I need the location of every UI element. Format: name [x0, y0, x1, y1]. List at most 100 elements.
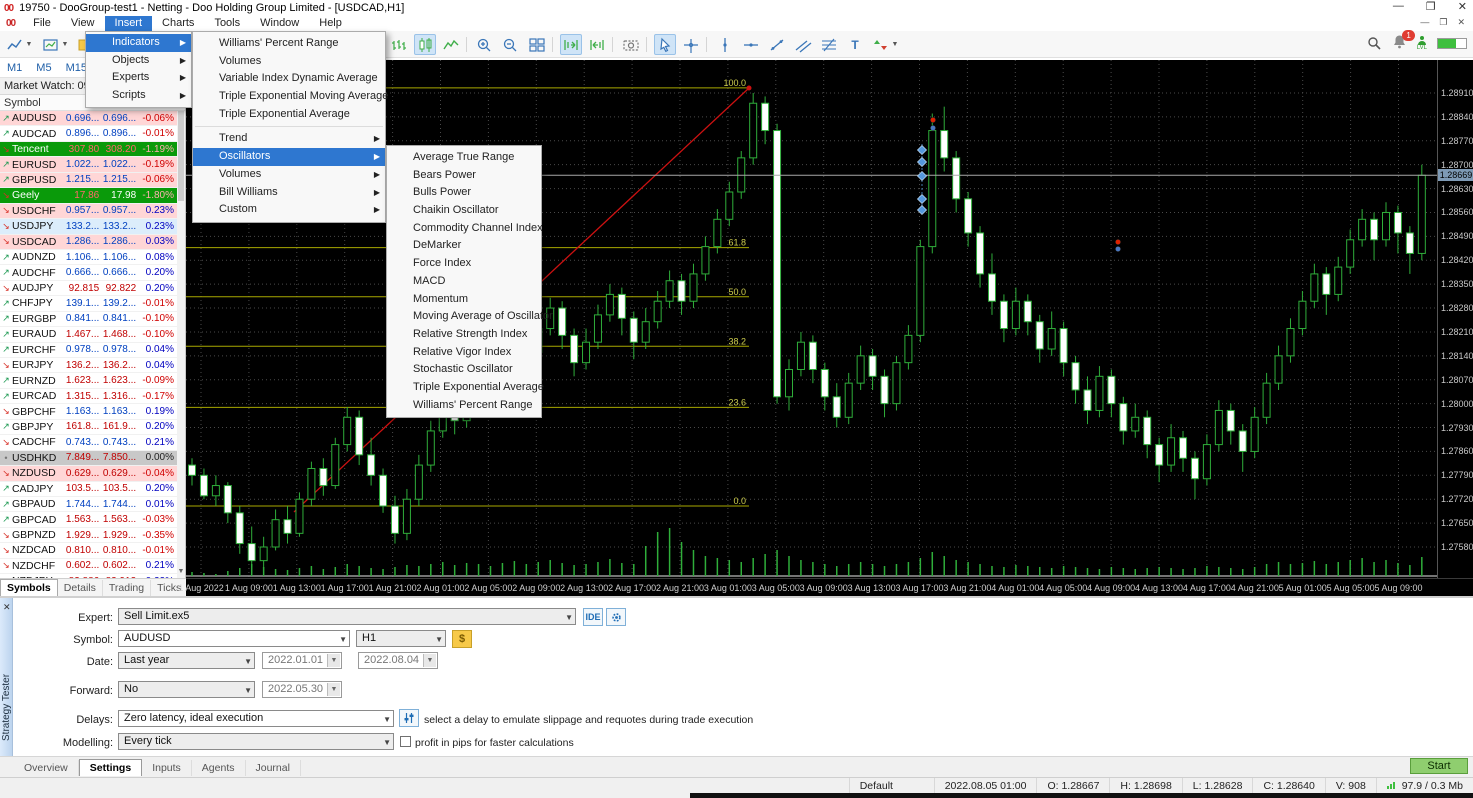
menu-item-custom[interactable]: Custom▶	[193, 201, 385, 219]
market-watch-row-geely[interactable]: ↘Geely17.8617.98-1.80%	[0, 188, 177, 203]
screenshot-icon[interactable]	[620, 34, 642, 55]
menu-item-moving-average-of-oscillator[interactable]: Moving Average of Oscillator	[387, 308, 541, 326]
search-icon[interactable]	[1367, 36, 1382, 51]
market-watch-tab-details[interactable]: Details	[58, 580, 103, 596]
cursor-icon[interactable]	[654, 34, 676, 55]
menu-window[interactable]: Window	[250, 16, 309, 31]
zoom-out-icon[interactable]	[500, 34, 522, 55]
tester-tab-settings[interactable]: Settings	[79, 759, 142, 776]
market-watch-row-eurnzd[interactable]: ↗EURNZD1.623...1.623...-0.09%	[0, 373, 177, 388]
menu-item-triple-exponential-moving-average[interactable]: Triple Exponential Moving Average	[193, 88, 385, 106]
text-icon[interactable]: T	[844, 34, 866, 55]
market-watch-row-gbpchf[interactable]: ↘GBPCHF1.163...1.163...0.19%	[0, 404, 177, 419]
menu-item-stochastic-oscillator[interactable]: Stochastic Oscillator	[387, 361, 541, 379]
menu-item-bears-power[interactable]: Bears Power	[387, 167, 541, 185]
auto-shift-icon[interactable]	[586, 34, 608, 55]
menu-item-triple-exponential-average[interactable]: Triple Exponential Average	[387, 379, 541, 397]
scroll-down-icon[interactable]: ▼	[177, 568, 185, 578]
market-watch-tab-trading[interactable]: Trading	[103, 580, 151, 596]
market-watch-row-gbpjpy[interactable]: ↗GBPJPY161.8...161.9...0.20%	[0, 420, 177, 435]
market-watch-row-gbpnzd[interactable]: ↘GBPNZD1.929...1.929...-0.35%	[0, 528, 177, 543]
market-watch-row-nzdusd[interactable]: ↘NZDUSD0.629...0.629...-0.04%	[0, 466, 177, 481]
restore-button[interactable]: ❐	[1426, 0, 1436, 13]
market-watch-row-eurchf[interactable]: ↗EURCHF0.978...0.978...0.04%	[0, 343, 177, 358]
menu-tools[interactable]: Tools	[204, 16, 250, 31]
menu-item-volumes[interactable]: Volumes	[193, 53, 385, 71]
chart-minimize-button[interactable]: —	[1420, 17, 1429, 28]
menu-item-commodity-channel-index[interactable]: Commodity Channel Index	[387, 220, 541, 238]
market-watch-row-audcad[interactable]: ↗AUDCAD0.896...0.896...-0.01%	[0, 126, 177, 141]
horizontal-line-icon[interactable]	[740, 34, 762, 55]
zoom-in-icon[interactable]	[474, 34, 496, 55]
chart-restore-button[interactable]: ❐	[1439, 17, 1447, 28]
expert-combo[interactable]: Sell Limit.ex5▼	[118, 608, 576, 625]
market-watch-row-nzdchf[interactable]: ↘NZDCHF0.602...0.602...0.21%	[0, 559, 177, 574]
menu-insert[interactable]: Insert	[105, 16, 153, 31]
market-watch-row-euraud[interactable]: ↗EURAUD1.467...1.468...-0.10%	[0, 327, 177, 342]
menu-item-volumes[interactable]: Volumes▶	[193, 166, 385, 184]
menu-item-force-index[interactable]: Force Index	[387, 255, 541, 273]
expert-settings-gear-icon[interactable]	[606, 608, 626, 626]
menu-item-variable-index-dynamic-average[interactable]: Variable Index Dynamic Average	[193, 70, 385, 88]
market-watch-row-nzdcad[interactable]: ↘NZDCAD0.810...0.810...-0.01%	[0, 543, 177, 558]
market-watch-row-tencent[interactable]: ↘Tencent307.80308.20-1.19%	[0, 142, 177, 157]
profit-in-pips-checkbox[interactable]	[400, 736, 411, 747]
symbol-combo[interactable]: AUDUSD▼	[118, 630, 350, 647]
market-watch-tab-symbols[interactable]: Symbols	[0, 579, 58, 596]
forward-combo[interactable]: No▼	[118, 681, 255, 698]
market-watch-row-usdhkd[interactable]: •USDHKD7.849...7.850...0.00%	[0, 451, 177, 466]
menu-item-momentum[interactable]: Momentum	[387, 291, 541, 309]
date-mode-combo[interactable]: Last year▼	[118, 652, 255, 669]
vertical-line-icon[interactable]	[714, 34, 736, 55]
indicator-window-icon[interactable]: ▼	[40, 34, 70, 55]
line-chart-icon[interactable]	[440, 34, 462, 55]
timeframe-m5[interactable]: M5	[29, 60, 58, 76]
menu-item-bill-williams[interactable]: Bill Williams▶	[193, 184, 385, 202]
notifications-icon[interactable]: 1	[1392, 34, 1407, 52]
market-watch-row-eurgbp[interactable]: ↗EURGBP0.841...0.841...-0.10%	[0, 312, 177, 327]
channel-icon[interactable]	[792, 34, 814, 55]
candlesticks-icon[interactable]	[414, 34, 436, 55]
menu-item-chaikin-oscillator[interactable]: Chaikin Oscillator	[387, 202, 541, 220]
time-axis[interactable]: 1 Aug 20221 Aug 09:001 Aug 13:001 Aug 17…	[186, 578, 1473, 596]
market-watch-row-chfjpy[interactable]: ↗CHFJPY139.1...139.2...-0.01%	[0, 296, 177, 311]
tester-tab-inputs[interactable]: Inputs	[142, 760, 192, 776]
trendline-icon[interactable]	[766, 34, 788, 55]
market-watch-row-usdcad[interactable]: ↘USDCAD1.286...1.286...0.03%	[0, 235, 177, 250]
menu-item-scripts[interactable]: Scripts▶	[86, 87, 191, 105]
strategy-tester-tab[interactable]: Strategy Tester	[0, 598, 13, 758]
menu-item-experts[interactable]: Experts▶	[86, 69, 191, 87]
market-watch-row-cadchf[interactable]: ↘CADCHF0.743...0.743...0.21%	[0, 435, 177, 450]
menu-view[interactable]: View	[61, 16, 105, 31]
market-watch-row-audnzd[interactable]: ↗AUDNZD1.106...1.106...0.08%	[0, 250, 177, 265]
menu-item-indicators[interactable]: Indicators▶	[86, 34, 191, 52]
market-watch-row-usdjpy[interactable]: ↘USDJPY133.2...133.2...0.23%	[0, 219, 177, 234]
market-watch-row-gbpaud[interactable]: ↗GBPAUD1.744...1.744...0.01%	[0, 497, 177, 512]
date-to-field[interactable]: 2022.08.04▼	[358, 652, 438, 669]
date-from-field[interactable]: 2022.01.01▼	[262, 652, 342, 669]
menu-charts[interactable]: Charts	[152, 16, 204, 31]
market-watch-scrollbar[interactable]	[177, 111, 185, 578]
chart-close-button[interactable]: ✕	[1457, 17, 1465, 28]
market-watch-row-eurcad[interactable]: ↗EURCAD1.315...1.316...-0.17%	[0, 389, 177, 404]
tester-close-icon[interactable]: ✕	[3, 602, 11, 613]
market-watch-row-audusd[interactable]: ↗AUDUSD0.696...0.696...-0.06%	[0, 111, 177, 126]
market-watch-row-cadjpy[interactable]: ↗CADJPY103.5...103.5...0.20%	[0, 482, 177, 497]
modelling-combo[interactable]: Every tick▼	[118, 733, 394, 750]
close-button[interactable]: ✕	[1458, 0, 1467, 13]
start-button[interactable]: Start	[1410, 758, 1468, 774]
bar-chart-icon[interactable]	[388, 34, 410, 55]
price-axis[interactable]: 1.289101.288401.287701.287001.286301.285…	[1437, 60, 1473, 578]
status-profile[interactable]: Default	[849, 778, 934, 795]
tester-tab-journal[interactable]: Journal	[246, 760, 301, 776]
menu-item-average-true-range[interactable]: Average True Range	[387, 149, 541, 167]
menu-file[interactable]: File	[23, 16, 61, 31]
market-watch-row-gbpcad[interactable]: ↗GBPCAD1.563...1.563...-0.03%	[0, 512, 177, 527]
market-watch-row-gbpusd[interactable]: ↗GBPUSD1.215...1.215...-0.06%	[0, 173, 177, 188]
market-watch-row-usdchf[interactable]: ↘USDCHF0.957...0.957...0.23%	[0, 204, 177, 219]
menu-item-relative-strength-index[interactable]: Relative Strength Index	[387, 326, 541, 344]
menu-item-macd[interactable]: MACD	[387, 273, 541, 291]
menu-item-relative-vigor-index[interactable]: Relative Vigor Index	[387, 344, 541, 362]
market-watch-row-audjpy[interactable]: ↘AUDJPY92.81592.8220.20%	[0, 281, 177, 296]
market-watch-row-eurusd[interactable]: ↗EURUSD1.022...1.022...-0.19%	[0, 157, 177, 172]
